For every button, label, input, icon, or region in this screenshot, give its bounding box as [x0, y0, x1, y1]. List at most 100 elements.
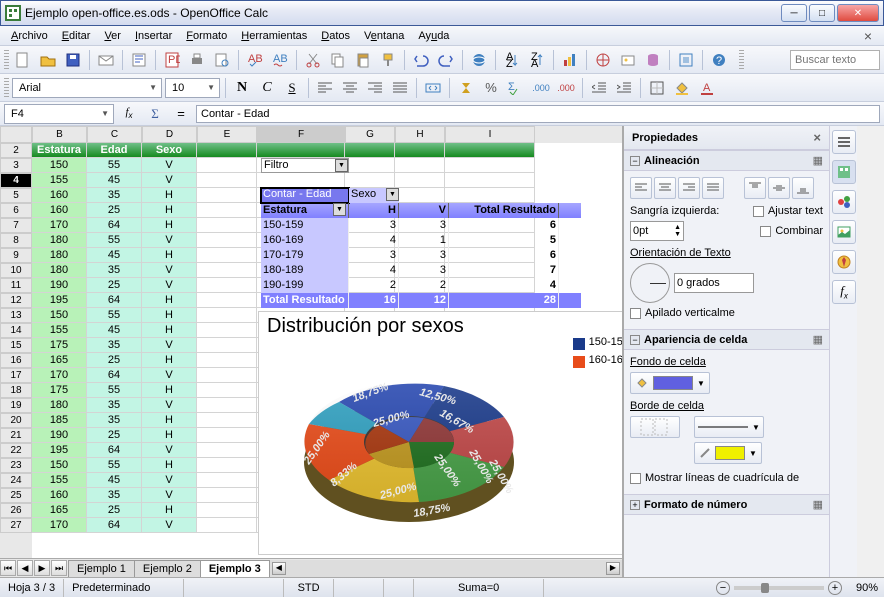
col-header-H[interactable]: H: [395, 126, 445, 143]
halign-center-button[interactable]: [654, 177, 676, 199]
row-header-19[interactable]: 19: [0, 398, 32, 413]
row-header-23[interactable]: 23: [0, 458, 32, 473]
edit-mode-button[interactable]: [128, 49, 150, 71]
border-preset-button[interactable]: [630, 416, 680, 438]
sum-indicator[interactable]: Suma=0: [414, 579, 544, 597]
horizontal-scrollbar[interactable]: ◀ ▶: [269, 560, 622, 577]
orientation-dial[interactable]: [630, 263, 670, 303]
hyperlink-button[interactable]: [468, 49, 490, 71]
search-input[interactable]: [795, 54, 875, 66]
tab-first-button[interactable]: ⏮: [0, 560, 16, 576]
sum-button[interactable]: Σ: [144, 103, 166, 125]
fontcolor-button[interactable]: A: [696, 77, 718, 99]
section-alignment[interactable]: −Alineación▦: [624, 150, 829, 171]
new-doc-button[interactable]: [12, 49, 34, 71]
indent-spinner[interactable]: 0pt▲▼: [630, 221, 684, 241]
vtb-properties-icon[interactable]: [832, 160, 856, 184]
tab-last-button[interactable]: ⏭: [51, 560, 67, 576]
format-paint-button[interactable]: [377, 49, 399, 71]
decrease-indent-button[interactable]: [588, 77, 610, 99]
chart-button[interactable]: [559, 49, 581, 71]
row-header-3[interactable]: 3: [0, 158, 32, 173]
spellcheck-button[interactable]: ABC: [244, 49, 266, 71]
valign-middle-button[interactable]: [768, 177, 790, 199]
increase-indent-button[interactable]: [613, 77, 635, 99]
vtb-menu-icon[interactable]: [832, 130, 856, 154]
border-style-button[interactable]: ▼: [694, 416, 764, 438]
valign-bottom-button[interactable]: [792, 177, 814, 199]
standard-format-button[interactable]: Σ: [505, 77, 527, 99]
row-header-6[interactable]: 6: [0, 203, 32, 218]
row-header-11[interactable]: 11: [0, 278, 32, 293]
row-header-12[interactable]: 12: [0, 293, 32, 308]
halign-right-button[interactable]: [678, 177, 700, 199]
col-header-E[interactable]: E: [197, 126, 257, 143]
halign-left-button[interactable]: [630, 177, 652, 199]
email-button[interactable]: [95, 49, 117, 71]
row-header-21[interactable]: 21: [0, 428, 32, 443]
col-header-F[interactable]: F: [257, 126, 345, 143]
font-name-combo[interactable]: Arial▼: [12, 78, 162, 98]
section-number-format[interactable]: +Formato de número▦: [624, 494, 829, 515]
menu-ver[interactable]: Ver: [97, 28, 128, 44]
pivot-row-field[interactable]: Estatura: [263, 203, 333, 218]
align-justify-button[interactable]: [389, 77, 411, 99]
export-pdf-button[interactable]: PDF: [161, 49, 183, 71]
cells-grid[interactable]: EstaturaEdadSexo15055V15545V16035H16025H…: [32, 143, 622, 558]
row-header-10[interactable]: 10: [0, 263, 32, 278]
row-header-18[interactable]: 18: [0, 383, 32, 398]
redo-button[interactable]: [435, 49, 457, 71]
align-right-button[interactable]: [364, 77, 386, 99]
menu-ventana[interactable]: Ventana: [357, 28, 411, 44]
help-button[interactable]: ?: [708, 49, 730, 71]
row-header-26[interactable]: 26: [0, 503, 32, 518]
underline-button[interactable]: S: [281, 77, 303, 99]
row-header-7[interactable]: 7: [0, 218, 32, 233]
tab-ejemplo3[interactable]: Ejemplo 3: [200, 560, 270, 577]
menu-herramientas[interactable]: Herramientas: [234, 28, 314, 44]
remove-decimal-button[interactable]: .000: [555, 77, 577, 99]
toolbar-grip-2[interactable]: [739, 50, 744, 70]
vtb-gallery-icon[interactable]: [832, 220, 856, 244]
zoom-button[interactable]: [675, 49, 697, 71]
row-header-16[interactable]: 16: [0, 353, 32, 368]
menu-insertar[interactable]: Insertar: [128, 28, 179, 44]
font-size-combo[interactable]: 10▼: [165, 78, 220, 98]
function-wizard-button[interactable]: fx: [118, 103, 140, 125]
zoom-in-button[interactable]: +: [828, 581, 842, 595]
tab-next-button[interactable]: ▶: [34, 560, 50, 576]
datasources-button[interactable]: [642, 49, 664, 71]
align-left-button[interactable]: [314, 77, 336, 99]
tab-ejemplo1[interactable]: Ejemplo 1: [68, 560, 135, 577]
add-decimal-button[interactable]: .000: [530, 77, 552, 99]
border-color-button[interactable]: ▼: [694, 442, 762, 464]
row-header-24[interactable]: 24: [0, 473, 32, 488]
bgcolor-button[interactable]: [671, 77, 693, 99]
menu-ayuda[interactable]: Ayuda: [411, 28, 456, 44]
row-header-25[interactable]: 25: [0, 488, 32, 503]
undo-button[interactable]: [410, 49, 432, 71]
sidebar-close-icon[interactable]: ×: [813, 126, 821, 150]
row-header-8[interactable]: 8: [0, 233, 32, 248]
currency-button[interactable]: [455, 77, 477, 99]
col-header-B[interactable]: B: [32, 126, 87, 143]
formula-input[interactable]: [196, 105, 880, 123]
autospell-button[interactable]: ABC: [269, 49, 291, 71]
select-all-corner[interactable]: [0, 126, 32, 143]
menu-archivo[interactable]: Archivo: [4, 28, 55, 44]
wrap-checkbox[interactable]: [753, 206, 764, 217]
row-header-17[interactable]: 17: [0, 368, 32, 383]
row-header-20[interactable]: 20: [0, 413, 32, 428]
col-header-C[interactable]: C: [87, 126, 142, 143]
pivot-filter-label[interactable]: Filtro▼: [261, 158, 349, 173]
valign-top-button[interactable]: [744, 177, 766, 199]
merge-cells-button[interactable]: [422, 77, 444, 99]
row-header-5[interactable]: 5: [0, 188, 32, 203]
menu-datos[interactable]: Datos: [314, 28, 357, 44]
bgcolor-picker[interactable]: ▼: [630, 372, 710, 394]
insert-mode-indicator[interactable]: STD: [284, 579, 334, 597]
close-button[interactable]: ✕: [837, 4, 879, 22]
equals-button[interactable]: =: [170, 103, 192, 125]
borders-button[interactable]: [646, 77, 668, 99]
open-button[interactable]: [37, 49, 59, 71]
